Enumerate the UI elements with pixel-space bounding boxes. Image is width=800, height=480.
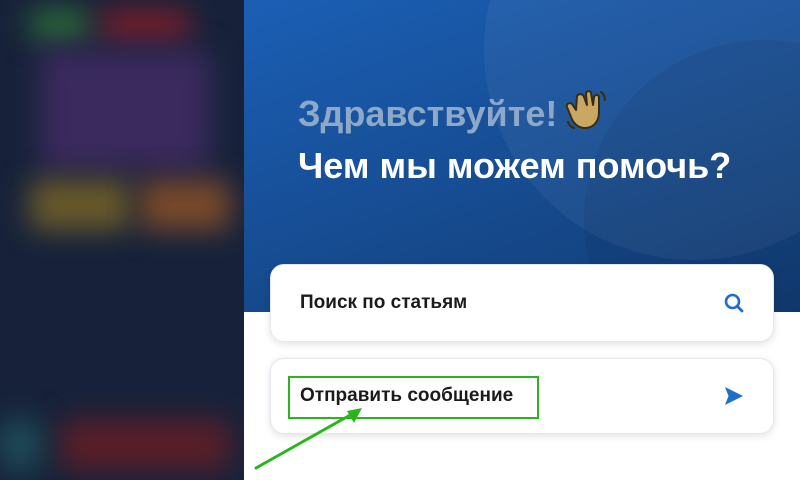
send-message-card[interactable]: Отправить сообщение	[270, 358, 774, 434]
background-blob	[40, 50, 210, 170]
background-blob	[60, 420, 230, 470]
search-articles-label: Поиск по статьям	[300, 292, 468, 313]
screen: Здравствуйте! Чем мы можем помочь? Поиск…	[0, 0, 800, 480]
background-page	[0, 0, 244, 480]
search-icon	[723, 292, 745, 314]
background-blob	[30, 180, 130, 230]
greeting: Здравствуйте! Чем мы можем помочь?	[298, 88, 758, 192]
help-widget: Здравствуйте! Чем мы можем помочь? Поиск…	[244, 0, 800, 480]
search-articles-card[interactable]: Поиск по статьям	[270, 264, 774, 342]
background-blob	[30, 10, 90, 40]
greeting-hello: Здравствуйте!	[298, 88, 758, 140]
background-blob	[140, 180, 230, 230]
waving-hand-icon	[563, 88, 609, 132]
greeting-hello-text: Здравствуйте!	[298, 93, 558, 134]
background-blob	[100, 10, 190, 40]
background-blob	[0, 420, 40, 470]
send-icon	[723, 385, 745, 407]
greeting-question: Чем мы можем помочь?	[298, 145, 732, 186]
send-message-label: Отправить сообщение	[300, 385, 514, 406]
